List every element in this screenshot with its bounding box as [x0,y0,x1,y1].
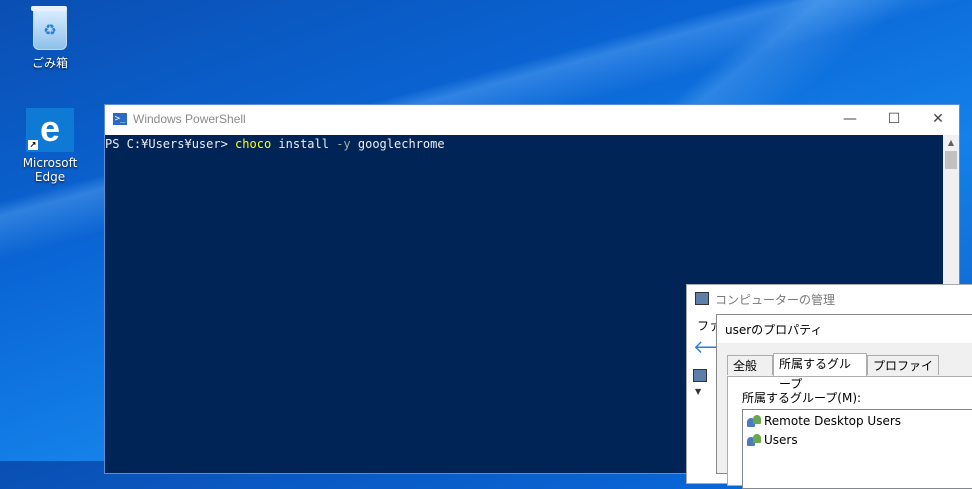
group-icon [747,415,761,427]
argument-token: googlechrome [350,137,445,151]
group-list[interactable]: Remote Desktop Users Users [742,409,972,489]
tab-general[interactable]: 全般 [727,355,773,375]
tab-profile[interactable]: プロファイル [867,355,939,393]
shortcut-arrow-icon: ↗ [28,140,38,150]
tab-panel-member-of: 所属するグループ(M): Remote Desktop Users Users [727,376,972,489]
scroll-thumb[interactable] [945,151,957,169]
group-name: Users [764,433,798,447]
dialog-titlebar[interactable]: userのプロパティ [717,315,972,343]
command-token: choco [235,137,272,151]
minimize-button[interactable]: — [827,105,873,135]
group-icon [747,434,761,446]
desktop-icon-edge[interactable]: e ↗ Microsoft Edge [10,108,90,184]
window-titlebar[interactable]: >_ Windows PowerShell — ☐ ✕ [105,105,959,135]
parameter-token: -y [336,137,351,151]
scroll-up-icon[interactable]: ▲ [943,135,959,151]
window-titlebar[interactable]: コンピューターの管理 [687,285,972,313]
recycle-bin-icon: ♻ [31,6,67,50]
group-name: Remote Desktop Users [764,414,902,428]
edge-icon: e ↗ [26,108,74,152]
list-item[interactable]: Remote Desktop Users [747,412,901,430]
tree-node-icon[interactable] [693,369,707,382]
computer-management-icon [695,292,709,305]
powershell-icon: >_ [113,113,127,125]
close-button[interactable]: ✕ [915,105,961,135]
chevron-down-icon[interactable]: ▼ [695,387,701,396]
desktop-icon-recycle-bin[interactable]: ♻ ごみ箱 [10,6,90,71]
argument-token: install [271,137,337,151]
console-prompt: PS C:¥Users¥user> [105,137,236,151]
window-title: Windows PowerShell [133,112,246,126]
list-item[interactable]: Users [747,431,798,449]
maximize-button[interactable]: ☐ [871,105,917,135]
desktop-icon-label: Microsoft Edge [22,156,78,184]
window-title: コンピューターの管理 [715,293,836,307]
desktop-icon-label: ごみ箱 [31,56,68,70]
tab-member-of[interactable]: 所属するグループ [773,353,867,391]
user-properties-dialog[interactable]: userのプロパティ 全般 所属するグループ プロファイル 所属するグループ(M… [716,314,972,489]
dialog-title: userのプロパティ [725,323,823,337]
